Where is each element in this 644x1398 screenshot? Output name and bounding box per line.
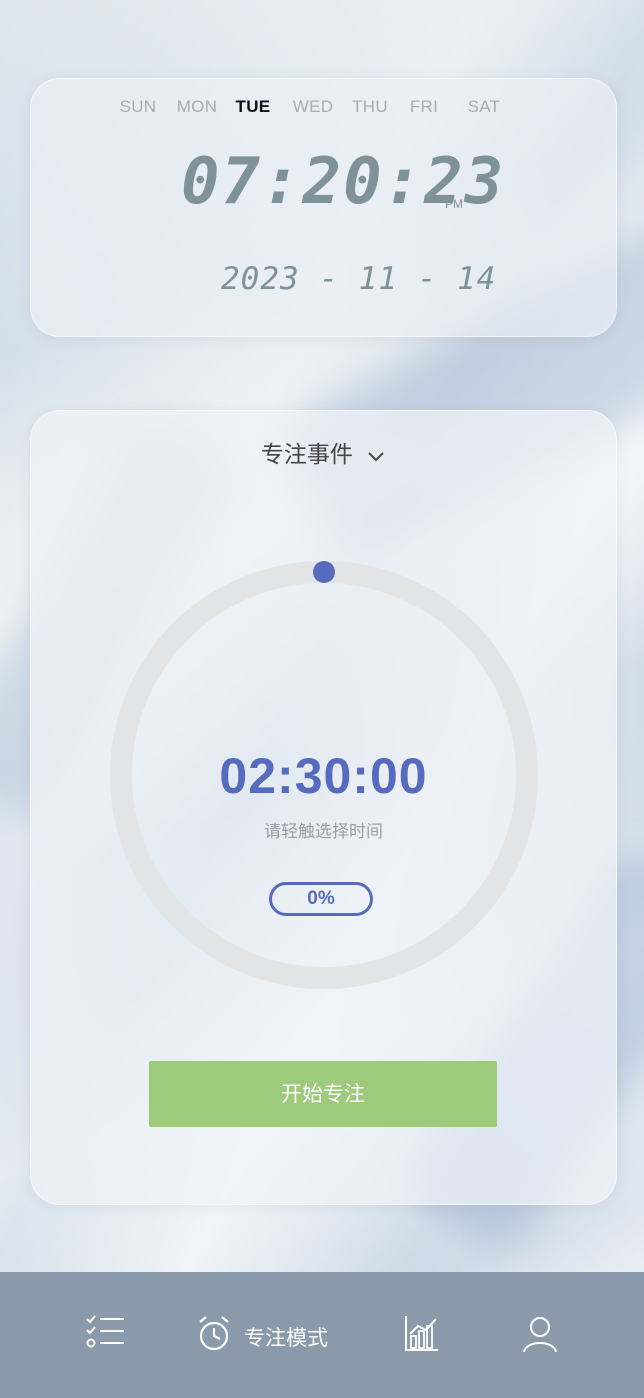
focus-event-dropdown[interactable]: 专注事件: [31, 435, 616, 469]
start-focus-button[interactable]: 开始专注: [149, 1061, 497, 1127]
checklist-icon: [86, 1315, 124, 1348]
alarm-clock-icon: [199, 1316, 229, 1351]
tab-statistics[interactable]: [402, 1314, 442, 1358]
tab-focus-mode[interactable]: 专注模式: [196, 1314, 346, 1358]
user-icon: [523, 1317, 557, 1353]
ampm-indicator: PM: [445, 197, 463, 211]
bar-chart-icon: [405, 1316, 438, 1351]
tab-tasks[interactable]: [84, 1314, 128, 1358]
tab-focus-mode-label: 专注模式: [244, 1326, 328, 1350]
clock-card: SUN MON TUE WED THU FRI SAT 07:20:23 PM …: [30, 78, 617, 337]
countdown-display[interactable]: 02:30:00: [31, 747, 616, 805]
current-date: 2023 - 11 - 14: [221, 261, 497, 297]
weekday-mon: MON: [176, 97, 218, 116]
weekday-sat: SAT: [467, 97, 501, 116]
weekday-thu: THU: [352, 97, 388, 116]
weekday-tue: TUE: [235, 97, 271, 116]
bottom-tab-bar: 专注模式: [0, 1272, 644, 1398]
weekday-wed: WED: [292, 97, 334, 116]
progress-badge: 0%: [269, 882, 373, 916]
weekday-sun: SUN: [119, 97, 157, 116]
focus-event-label: 专注事件: [260, 442, 353, 468]
tab-profile[interactable]: [520, 1314, 560, 1358]
select-time-hint: 请轻触选择时间: [264, 822, 383, 842]
focus-card: 专注事件 02:30:00 请轻触选择时间 0% 开始专注: [30, 410, 617, 1205]
weekday-row: SUN MON TUE WED THU FRI SAT: [31, 97, 616, 121]
weekday-fri: FRI: [409, 97, 439, 116]
chevron-down-icon: [366, 443, 386, 469]
timer-ring-handle: [313, 561, 335, 583]
